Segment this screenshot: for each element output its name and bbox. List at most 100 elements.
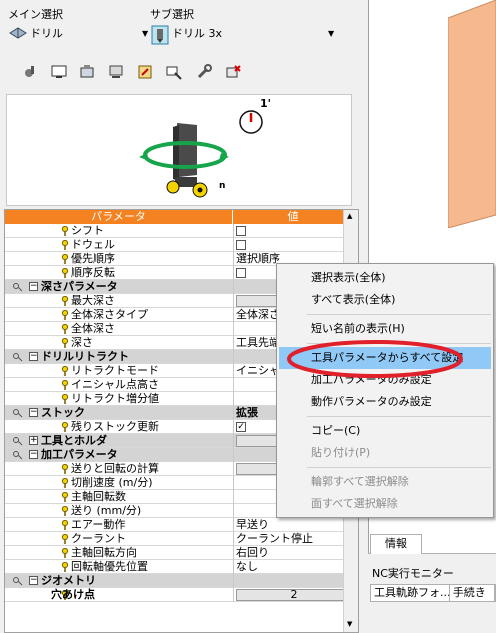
parameter-value[interactable]: なし xyxy=(233,560,354,574)
menu-item[interactable]: コピー(C) xyxy=(279,420,491,442)
machine-icon[interactable] xyxy=(77,62,97,82)
edit-icon[interactable] xyxy=(135,62,155,82)
grid-category-row[interactable]: − ジオメトリ xyxy=(5,574,354,588)
scroll-up-icon[interactable]: ▲ xyxy=(347,212,352,220)
parameter-value[interactable]: クーラント停止 xyxy=(233,532,354,546)
menu-item[interactable]: すべて表示(全体) xyxy=(279,289,491,311)
parameter-name: 加工パラメータ xyxy=(41,448,118,461)
grid-property-row[interactable]: 回転軸優先位置 なし xyxy=(5,560,354,574)
sub-select-combo[interactable]: ドリル 3x ▼ xyxy=(150,22,340,45)
toolbar xyxy=(0,58,360,88)
parameter-icon[interactable] xyxy=(164,62,184,82)
nc-monitor-header: 工具軌跡フォ... 手続き xyxy=(370,584,496,602)
checkbox[interactable] xyxy=(236,268,246,278)
collapse-icon[interactable]: − xyxy=(29,450,38,459)
parameter-name: イニシャル点高さ xyxy=(71,378,159,391)
parameter-value[interactable] xyxy=(233,574,354,588)
parameter-name: リトラクト増分値 xyxy=(71,392,159,405)
menu-item: 輪郭すべて選択解除 xyxy=(311,475,409,488)
parameter-name: ストック xyxy=(41,406,85,419)
checkbox[interactable]: ✓ xyxy=(236,422,246,432)
main-select-value: ドリル xyxy=(30,27,63,40)
parameter-name: 優先順序 xyxy=(71,252,115,265)
tool-icon[interactable] xyxy=(20,62,40,82)
parameter-name: 最大深さ xyxy=(71,294,115,307)
delete-tool-icon[interactable] xyxy=(223,62,243,82)
grid-property-row[interactable]: シフト xyxy=(5,224,354,238)
parameter-name: 深さパラメータ xyxy=(41,280,118,293)
grid-header: パラメータ 値 xyxy=(5,210,354,224)
parameter-name: 深さ xyxy=(71,336,93,349)
parameter-key-icon xyxy=(61,477,69,488)
parameter-key-icon xyxy=(61,309,69,320)
menu-item[interactable]: 動作パラメータのみ設定 xyxy=(279,391,491,413)
main-select-label: メイン選択 xyxy=(8,8,63,21)
key-icon xyxy=(13,352,23,362)
sub-select-label: サブ選択 xyxy=(150,8,194,21)
menu-separator xyxy=(307,314,491,315)
parameter-key-icon xyxy=(61,421,69,432)
parameter-name: 送り (mm/分) xyxy=(71,504,142,517)
key-icon xyxy=(13,576,23,586)
grid-property-row[interactable]: 主軸回転方向 右回り xyxy=(5,546,354,560)
column-toolpath[interactable]: 工具軌跡フォ... xyxy=(371,585,450,601)
grid-property-row[interactable]: ドウェル xyxy=(5,238,354,252)
parameter-value[interactable]: 早送り xyxy=(233,518,354,532)
expand-icon[interactable]: + xyxy=(29,436,38,445)
key-icon xyxy=(13,450,23,460)
tool-preview: 1' n xyxy=(6,94,352,206)
parameter-value[interactable]: 右回り xyxy=(233,546,354,560)
parameter-key-icon xyxy=(61,267,69,278)
scroll-down-icon[interactable]: ▼ xyxy=(347,620,352,628)
checkbox[interactable] xyxy=(236,226,246,236)
parameter-name: 残りストック更新 xyxy=(71,420,159,433)
chevron-down-icon[interactable]: ▼ xyxy=(328,29,334,38)
drill-preview-graphic xyxy=(139,110,263,198)
parameter-name: 穴あけ点 xyxy=(51,588,95,601)
sub-select-value: ドリル 3x xyxy=(172,27,223,40)
parameter-name: 主軸回転方向 xyxy=(71,546,137,559)
menu-separator xyxy=(307,467,491,468)
annotation-ring xyxy=(287,340,463,378)
axis-label: n xyxy=(219,181,226,191)
wrench-icon[interactable] xyxy=(194,62,214,82)
parameter-name: ジオメトリ xyxy=(41,574,96,587)
settings-icon[interactable] xyxy=(106,62,126,82)
collapse-icon[interactable]: − xyxy=(29,282,38,291)
parameter-name: ドリルリトラクト xyxy=(41,350,129,363)
parameter-value[interactable] xyxy=(233,238,354,252)
menu-separator xyxy=(307,416,491,417)
value-button[interactable]: 2 xyxy=(236,589,352,601)
dial-label: 1' xyxy=(260,97,272,110)
parameter-name: 全体深さ xyxy=(71,322,115,335)
parameter-value[interactable]: 2 xyxy=(233,588,354,602)
parameter-name: 全体深さタイプ xyxy=(71,308,148,321)
chevron-down-icon[interactable]: ▼ xyxy=(142,29,148,38)
parameter-key-icon xyxy=(61,533,69,544)
menu-item[interactable]: 選択表示(全体) xyxy=(279,267,491,289)
grid-property-row[interactable]: エアー動作 早送り xyxy=(5,518,354,532)
key-icon xyxy=(13,282,23,292)
menu-item[interactable]: 短い名前の表示(H) xyxy=(279,318,491,340)
collapse-icon[interactable]: − xyxy=(29,352,38,361)
column-procedure[interactable]: 手続き xyxy=(450,585,495,601)
collapse-icon[interactable]: − xyxy=(29,576,38,585)
parameter-name: 切削速度 (m/分) xyxy=(71,476,153,489)
drill-category-icon xyxy=(8,25,28,41)
parameter-key-icon xyxy=(61,463,69,474)
parameter-name: シフト xyxy=(71,224,104,237)
main-select-combo[interactable]: ドリル ▼ xyxy=(8,22,148,44)
parameter-name: 回転軸優先位置 xyxy=(71,560,148,573)
parameter-key-icon xyxy=(61,379,69,390)
parameter-key-icon xyxy=(61,365,69,376)
grid-property-row[interactable]: 穴あけ点 2 xyxy=(5,588,354,602)
stock-3d-object[interactable] xyxy=(448,0,496,228)
parameter-name: エアー動作 xyxy=(71,518,126,531)
parameter-name: クーラント xyxy=(71,532,126,545)
collapse-icon[interactable]: − xyxy=(29,408,38,417)
parameter-value[interactable] xyxy=(233,224,354,238)
monitor-icon[interactable] xyxy=(49,62,69,82)
grid-property-row[interactable]: クーラント クーラント停止 xyxy=(5,532,354,546)
checkbox[interactable] xyxy=(236,240,246,250)
tab-info[interactable]: 情報 xyxy=(370,534,422,554)
